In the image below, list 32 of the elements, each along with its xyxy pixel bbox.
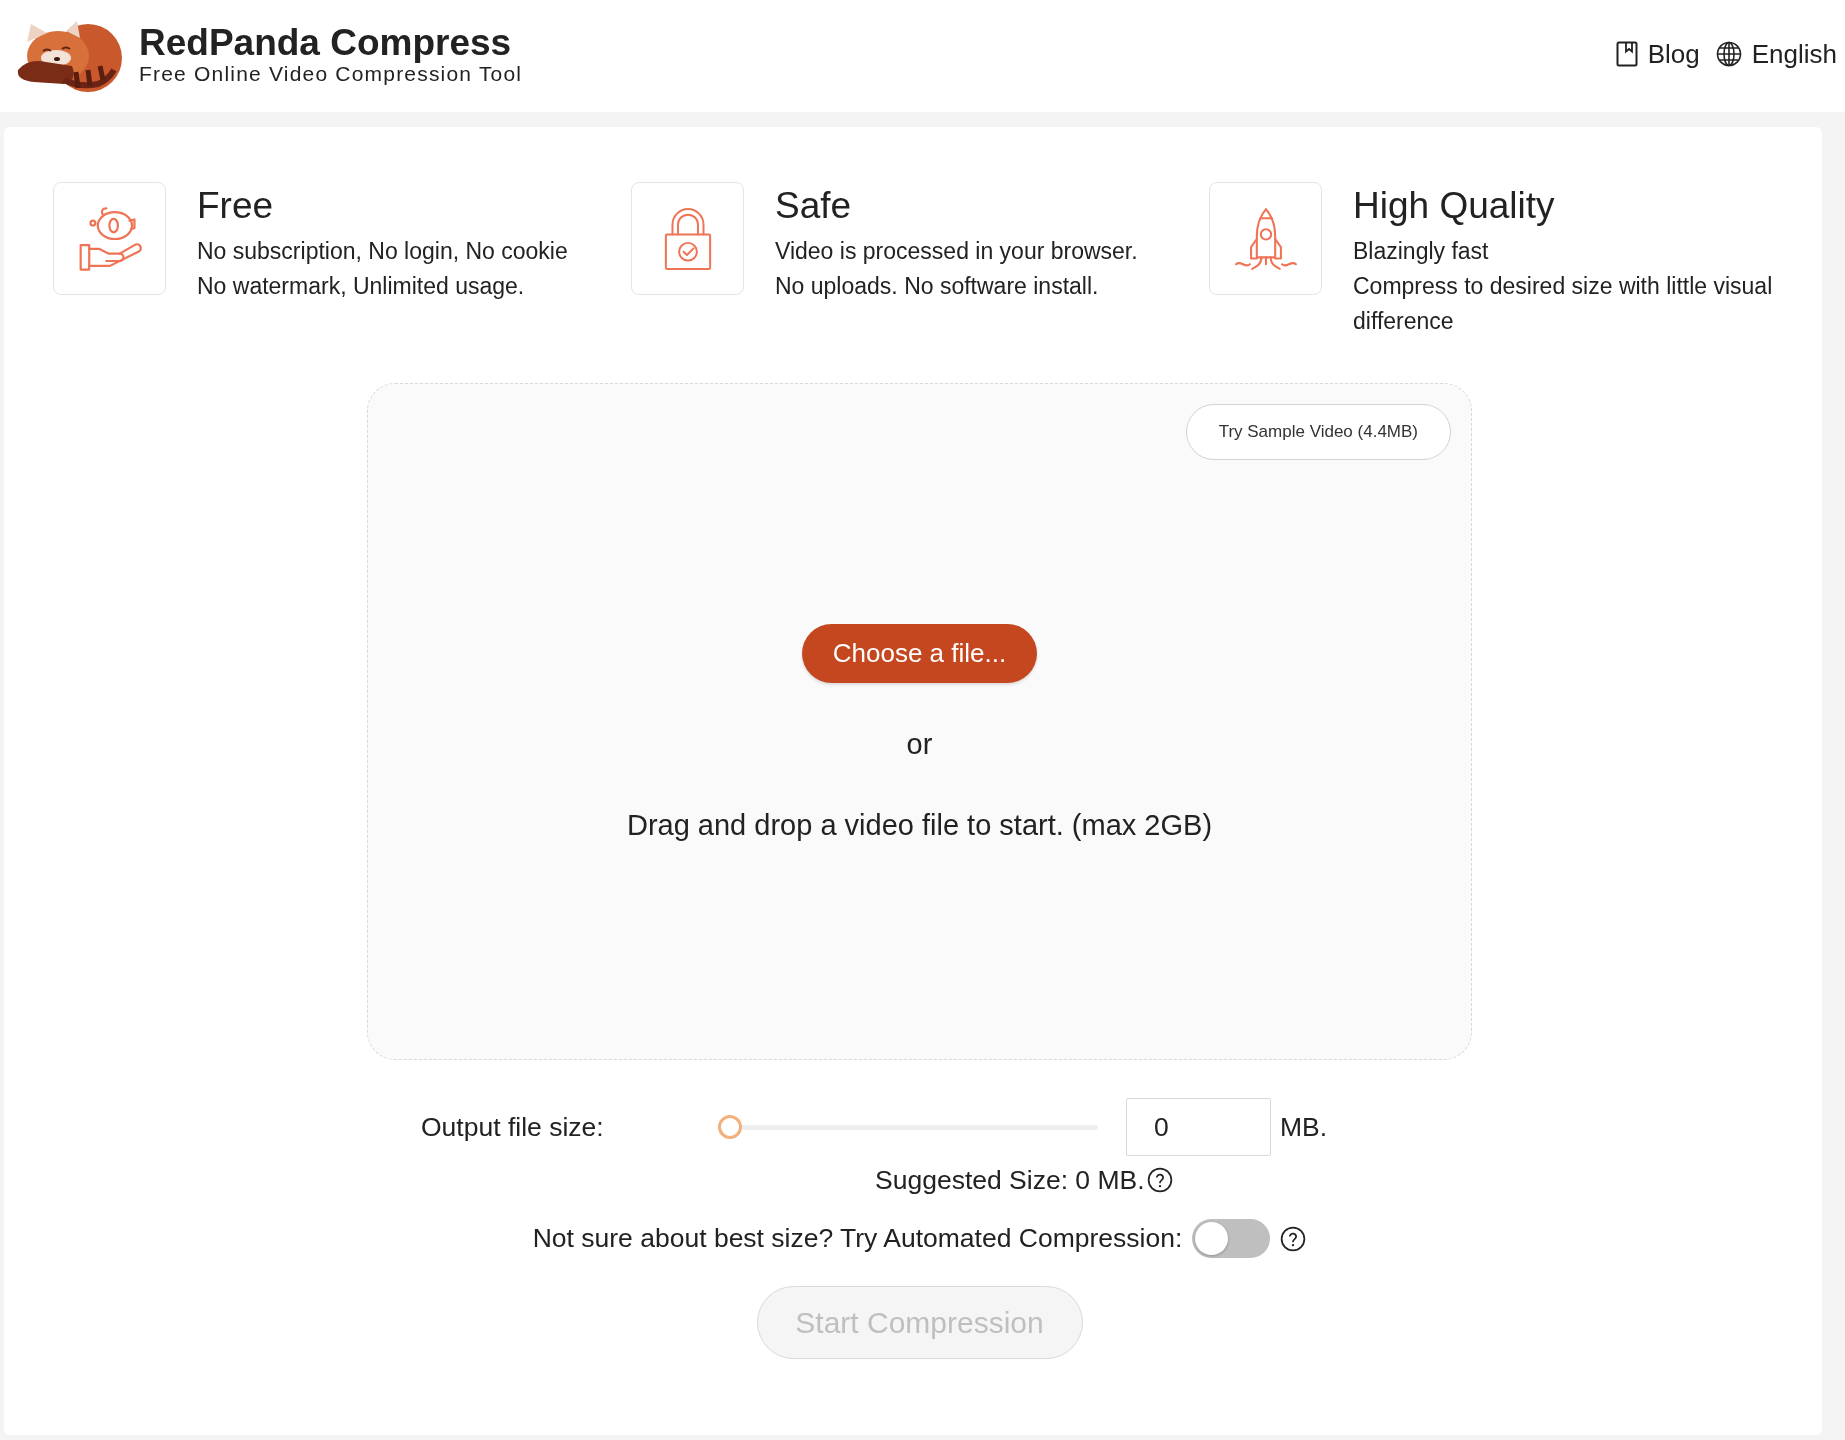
feature-description: Video is processed in your browser. <box>775 237 1138 266</box>
piggy-bank-hand-icon <box>53 182 166 295</box>
feature-description: Blazingly fast <box>1353 237 1490 266</box>
feature-description: Compress to desired size with little visual difference <box>1353 272 1774 336</box>
automated-compression-label: Not sure about best size? Try Automated Compression: <box>532 1223 1183 1254</box>
language-link[interactable]: English <box>1715 38 1837 70</box>
nav-link[interactable]: Blog <box>1615 38 1700 70</box>
globe-icon <box>1715 41 1742 67</box>
feature-description: No watermark, Unlimited usage. <box>197 272 526 301</box>
feature-title: High Quality <box>1353 184 1556 228</box>
suggested-size-text: Suggested Size: 0 MB. <box>875 1164 1145 1196</box>
padlock-check-icon <box>631 182 744 295</box>
bookmark-book-icon <box>1615 41 1638 67</box>
separator-text: or <box>906 727 933 762</box>
output-size-label: Output file size: <box>421 1111 605 1143</box>
feature-description: No uploads. No software install. <box>775 272 1100 301</box>
feature-title: Safe <box>775 184 853 228</box>
site-subtitle: Free Online Video Compression Tool <box>139 62 523 86</box>
drop-zone[interactable]: Try Sample Video (4.4MB) Choose a file... or Drag and drop a video file to start. (max 2GB) <box>367 383 1472 1060</box>
feature-description: No subscription, No login, No cookie <box>197 237 568 266</box>
try-sample-button[interactable]: Try Sample Video (4.4MB) <box>1185 404 1451 460</box>
unit-label: MB. <box>1280 1111 1328 1143</box>
help-icon[interactable] <box>1280 1225 1307 1252</box>
automated-compression-toggle[interactable] <box>1192 1219 1271 1258</box>
rocket-icon <box>1209 182 1322 295</box>
slider-handle[interactable] <box>718 1115 742 1139</box>
help-icon[interactable] <box>1146 1167 1173 1193</box>
site-title: RedPanda Compress <box>139 24 513 62</box>
size-input[interactable]: 0 <box>1126 1098 1271 1156</box>
drop-hint: Drag and drop a video file to start. (max 2GB) <box>626 808 1213 843</box>
feature-title: Free <box>197 184 275 228</box>
choose-file-button[interactable]: Choose a file... <box>801 624 1038 683</box>
